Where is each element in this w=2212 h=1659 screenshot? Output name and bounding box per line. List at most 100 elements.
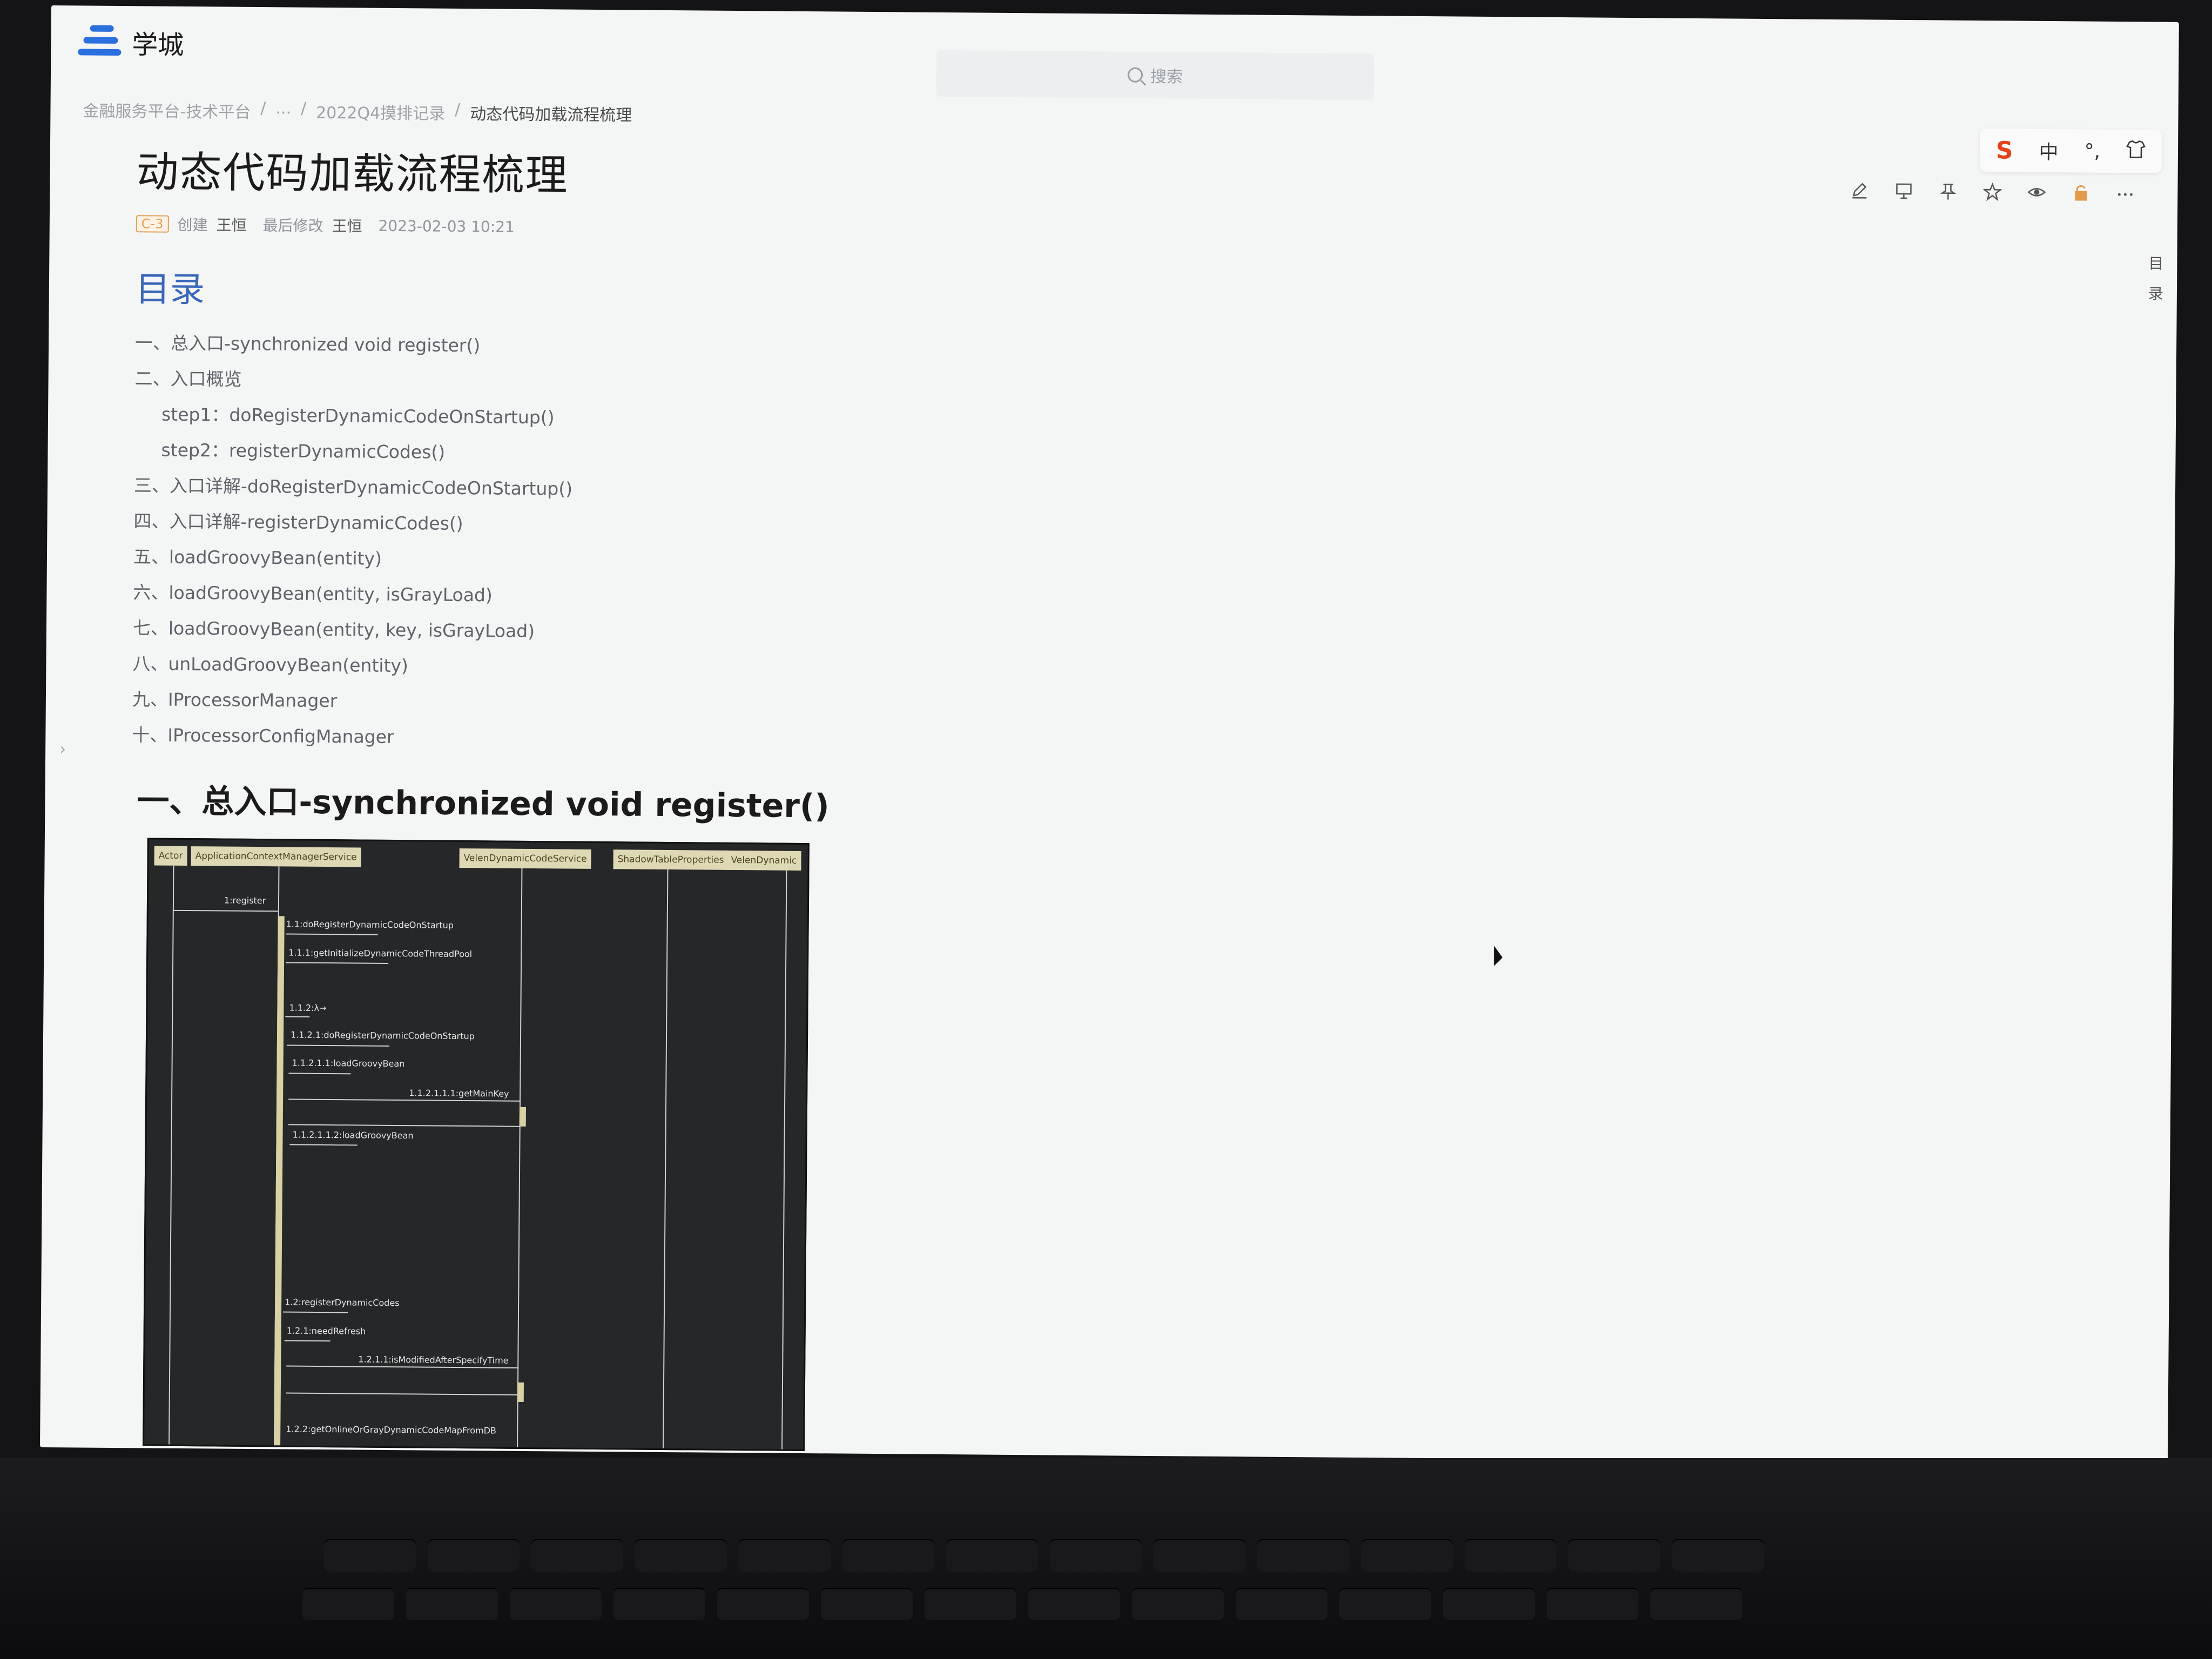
message-label: 1.1.2.1:doRegisterDynamicCodeOnStartup [290, 1029, 475, 1042]
key [1547, 1588, 1638, 1620]
doc-meta: C-3 创建 王恒 最后修改 王恒 2023-02-03 10:21 [136, 213, 946, 241]
lane-actor: Actor [154, 846, 187, 866]
key [946, 1539, 1038, 1572]
key [1257, 1539, 1349, 1572]
message-label: 1.2:registerDynamicCodes [285, 1297, 400, 1309]
present-icon[interactable] [1894, 182, 1913, 200]
key [1132, 1588, 1224, 1620]
key [717, 1588, 809, 1620]
lifeline [168, 865, 174, 1445]
activation-bar [517, 1382, 524, 1402]
top-bar: 学城 搜索 [51, 5, 2179, 103]
message-arrow [288, 1098, 521, 1102]
toc-item[interactable]: 四、入口详解-registerDynamicCodes() [133, 503, 943, 545]
key [925, 1588, 1016, 1620]
ime-punct-toggle[interactable]: °, [2084, 140, 2100, 162]
toc-item[interactable]: 十、IProcessorConfigManager [132, 717, 942, 759]
app-logo[interactable]: 学城 [78, 23, 184, 62]
toc-item[interactable]: 三、入口详解-doRegisterDynamicCodeOnStartup() [134, 468, 944, 510]
key [531, 1539, 623, 1572]
message-label: 1.1:doRegisterDynamicCodeOnStartup [286, 919, 454, 930]
message-arrow [286, 1044, 389, 1047]
key [1443, 1588, 1535, 1620]
key [821, 1588, 913, 1620]
breadcrumb-separator: / [300, 99, 307, 118]
lifeline [517, 868, 523, 1447]
more-icon[interactable] [2116, 184, 2134, 202]
key [1672, 1539, 1764, 1572]
message-label: 1.1.2.1.1.1:getMainKey [409, 1088, 509, 1099]
lane-dynamic-code-service: VelenDynamicCodeService [459, 848, 591, 869]
laptop-screen: 学城 搜索 金融服务平台-技术平台 / ... / 2022Q4摸排记录 / 动… [40, 5, 2179, 1464]
toc-item[interactable]: 五、loadGroovyBean(entity) [133, 539, 943, 581]
key [302, 1588, 394, 1620]
lifeline [781, 870, 787, 1449]
lock-icon[interactable] [2072, 183, 2090, 201]
creator-name[interactable]: 王恒 [216, 213, 246, 235]
message-label: 1:register [224, 895, 266, 906]
section-heading: 一、总入口-synchronized void register() [137, 782, 830, 826]
breadcrumb-item[interactable]: ... [275, 99, 291, 123]
search-placeholder: 搜索 [1150, 67, 1183, 87]
logo-icon [78, 25, 122, 59]
breadcrumb-separator: / [260, 99, 266, 118]
doc-toolbar [1850, 181, 2134, 202]
ime-logo-icon[interactable]: S [1996, 137, 2013, 164]
key [613, 1588, 705, 1620]
toc-item[interactable]: 一、总入口-synchronized void register() [135, 325, 945, 367]
pin-icon[interactable] [1939, 182, 1957, 200]
message-arrow [285, 1016, 310, 1017]
breadcrumb-item[interactable]: 金融服务平台-技术平台 [83, 97, 251, 122]
toc-item[interactable]: step2：registerDynamicCodes() [134, 432, 944, 474]
search-icon [1127, 67, 1143, 83]
key [1650, 1588, 1742, 1620]
message-arrow [286, 933, 378, 935]
key [635, 1539, 727, 1572]
sequence-diagram-image[interactable]: Actor ApplicationContextManagerService V… [143, 838, 810, 1452]
star-icon[interactable] [1982, 182, 2003, 201]
message-label: 1.2.1.1:isModifiedAfterSpecifyTime [358, 1354, 509, 1366]
toc-item[interactable]: 七、loadGroovyBean(entity, key, isGrayLoad… [133, 610, 943, 652]
toc-item[interactable]: step1：doRegisterDynamicCodeOnStartup() [134, 396, 945, 439]
page-title: 动态代码加载流程梳理 [136, 148, 569, 200]
eye-icon[interactable] [2027, 183, 2046, 201]
created-label: 创建 [177, 215, 208, 234]
modified-time: 2023-02-03 10:21 [378, 217, 515, 236]
breadcrumb-current: 动态代码加载流程梳理 [470, 105, 632, 125]
message-label: 1.1.2.1.1:loadGroovyBean [292, 1057, 405, 1069]
message-arrow [286, 1365, 519, 1368]
toc-item[interactable]: 六、loadGroovyBean(entity, isGrayLoad) [133, 575, 943, 617]
key [324, 1539, 416, 1572]
key [1361, 1539, 1453, 1572]
lane-application-context: ApplicationContextManagerService [191, 846, 361, 867]
document-body: 动态代码加载流程梳理 C-3 创建 王恒 最后修改 王恒 2023-02-03 … [126, 138, 947, 1452]
toc-item[interactable]: 八、unLoadGroovyBean(entity) [132, 646, 942, 688]
toc-side-tab[interactable]: 目录 [2147, 248, 2166, 309]
key [428, 1539, 520, 1572]
key [1154, 1539, 1245, 1572]
toc-item[interactable]: 二、入口概览 [134, 361, 945, 403]
sidebar-expand-icon[interactable]: › [59, 740, 66, 759]
message-arrow [286, 962, 389, 964]
lane-shadow-table: ShadowTableProperties [613, 849, 729, 870]
modifier-name[interactable]: 王恒 [332, 214, 362, 236]
message-label: 1.1.2.1.1.2:loadGroovyBean [292, 1129, 414, 1141]
edit-icon[interactable] [1850, 181, 1869, 200]
search-input[interactable]: 搜索 [936, 50, 1374, 100]
activation-bar [274, 916, 285, 1446]
message-label: 1.1.1:getInitializeDynamicCodeThreadPool [288, 947, 473, 960]
message-arrow [172, 909, 278, 912]
message-label: 1.2.2:getOnlineOrGrayDynamicCodeMapFromD… [286, 1424, 497, 1436]
key [1465, 1539, 1556, 1572]
toc-heading: 目录 [135, 269, 205, 311]
toc-item[interactable]: 九、IProcessorManager [132, 682, 942, 724]
key [1568, 1539, 1660, 1572]
toc-list: 一、总入口-synchronized void register() 二、入口概览… [132, 325, 945, 759]
key-row [302, 1588, 1742, 1620]
ime-mode-toggle[interactable]: 中 [2039, 137, 2058, 165]
mouse-cursor-icon [1494, 946, 1503, 967]
breadcrumb-item[interactable]: 2022Q4摸排记录 [316, 99, 445, 124]
modified-label: 最后修改 [262, 217, 323, 235]
ime-skin-icon[interactable] [2126, 140, 2146, 163]
key [1339, 1588, 1431, 1620]
